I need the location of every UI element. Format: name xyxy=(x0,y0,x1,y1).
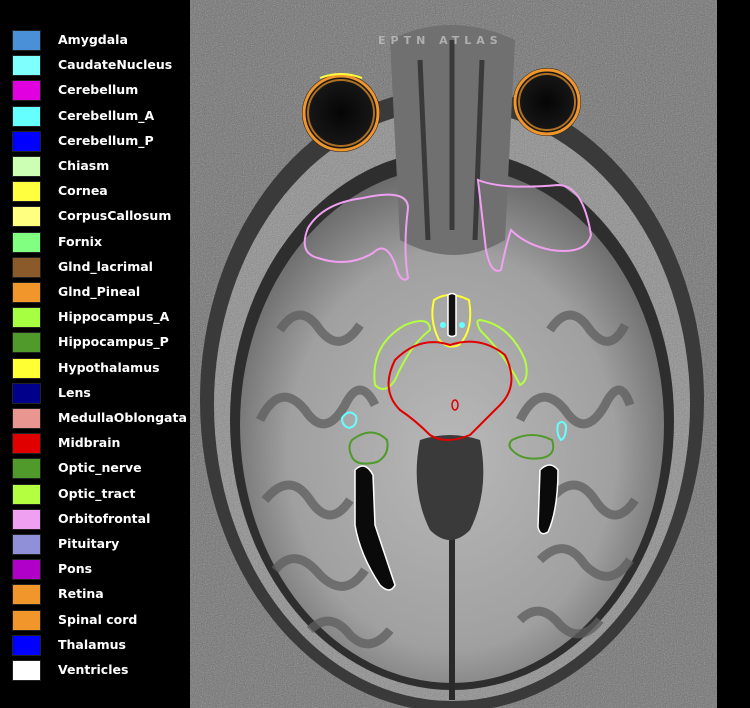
right-margin xyxy=(717,0,750,708)
legend-swatch xyxy=(12,357,41,379)
legend-label: Glnd_Pineal xyxy=(58,284,141,299)
legend-label: Hypothalamus xyxy=(58,359,160,375)
legend-item: Fornix xyxy=(12,231,190,254)
legend-swatch xyxy=(12,282,41,303)
legend-label: Hippocampus_A xyxy=(58,309,170,325)
legend-label: Amygdala xyxy=(58,32,128,47)
legend-swatch xyxy=(12,30,41,51)
legend-label: Fornix xyxy=(58,233,103,249)
legend-swatch xyxy=(12,584,41,606)
legend-item: Cerebellum_A xyxy=(12,105,190,128)
legend-label: Pituitary xyxy=(58,536,120,551)
legend-label: Cerebellum xyxy=(58,82,139,98)
mri-axial-slice xyxy=(190,0,717,708)
legend-item: CaudateNucleus xyxy=(12,55,190,77)
legend-swatch xyxy=(12,307,41,329)
legend-item: Spinal cord xyxy=(12,609,190,632)
legend-item: CorpusCallosum xyxy=(12,206,190,228)
legend-item: Ventricles xyxy=(12,660,190,682)
legend-item: Thalamus xyxy=(12,634,190,657)
left-eye-globe xyxy=(302,74,380,152)
legend-item: Glnd_Pineal xyxy=(12,282,190,304)
legend-swatch xyxy=(12,660,41,681)
legend-label: Cerebellum_A xyxy=(58,107,155,123)
legend-label: Glnd_lacrimal xyxy=(58,258,153,274)
legend-swatch xyxy=(12,206,41,228)
atlas-title: EPTN ATLAS xyxy=(378,34,503,47)
legend-item: MedullaOblongata xyxy=(12,408,190,430)
legend-label: Pons xyxy=(58,561,93,577)
legend-item: Retina xyxy=(12,584,190,606)
fornix-right xyxy=(459,322,465,328)
legend-swatch xyxy=(12,130,41,152)
legend-swatch xyxy=(12,332,41,354)
legend-swatch xyxy=(12,256,41,278)
legend-swatch xyxy=(12,458,41,480)
fornix-left xyxy=(440,322,446,328)
legend-swatch xyxy=(12,105,41,127)
legend-swatch xyxy=(12,408,41,429)
legend-swatch xyxy=(12,559,41,581)
legend-item: Cornea xyxy=(12,181,190,203)
legend-swatch xyxy=(12,55,41,77)
legend-label: CaudateNucleus xyxy=(58,57,173,73)
legend-label: Retina xyxy=(58,586,104,602)
legend-item: Optic_tract xyxy=(12,483,190,506)
legend-item: Pons xyxy=(12,559,190,581)
legend-swatch xyxy=(12,433,41,455)
legend-label: Thalamus xyxy=(58,636,126,652)
legend-label: Cerebellum_P xyxy=(58,132,154,148)
legend-item: Pituitary xyxy=(12,534,190,556)
legend-label: Optic_tract xyxy=(58,485,136,501)
right-eye-globe xyxy=(513,68,581,136)
legend-label: CorpusCallosum xyxy=(58,208,172,224)
structure-legend: Amygdala CaudateNucleus Cerebellum Cerebell… xyxy=(0,0,190,708)
legend-item: Cerebellum xyxy=(12,80,190,102)
mri-image xyxy=(190,0,717,708)
third-ventricle xyxy=(447,292,457,338)
legend-item: Amygdala xyxy=(12,30,190,52)
legend-item: Midbrain xyxy=(12,433,190,455)
legend-item: Hippocampus_P xyxy=(12,332,190,354)
legend-swatch xyxy=(12,534,41,555)
legend-swatch xyxy=(12,609,41,631)
legend-swatch xyxy=(12,80,41,102)
legend-swatch xyxy=(12,231,41,253)
legend-swatch xyxy=(12,634,41,656)
legend-item: Chiasm xyxy=(12,156,190,178)
legend-item: Lens xyxy=(12,382,190,405)
legend-item: Optic_nerve xyxy=(12,458,190,480)
legend-swatch xyxy=(12,156,41,177)
legend-swatch xyxy=(12,382,41,404)
legend-label: Spinal cord xyxy=(58,611,138,627)
legend-item: Orbitofrontal xyxy=(12,508,190,531)
legend-label: Hippocampus_P xyxy=(58,334,169,350)
legend-label: Orbitofrontal xyxy=(58,510,151,526)
legend-item: Cerebellum_P xyxy=(12,130,190,153)
legend-label: Ventricles xyxy=(58,662,129,677)
legend-label: Optic_nerve xyxy=(58,460,142,476)
legend-label: Chiasm xyxy=(58,158,110,173)
legend-swatch xyxy=(12,508,41,530)
legend-item: Hippocampus_A xyxy=(12,307,190,329)
legend-label: Midbrain xyxy=(58,435,121,451)
legend-label: Lens xyxy=(58,384,91,400)
legend-label: MedullaOblongata xyxy=(58,410,187,425)
legend-swatch xyxy=(12,181,41,203)
legend-item: Hypothalamus xyxy=(12,357,190,380)
legend-item: Glnd_lacrimal xyxy=(12,256,190,279)
legend-swatch xyxy=(12,483,41,505)
legend-label: Cornea xyxy=(58,183,108,199)
